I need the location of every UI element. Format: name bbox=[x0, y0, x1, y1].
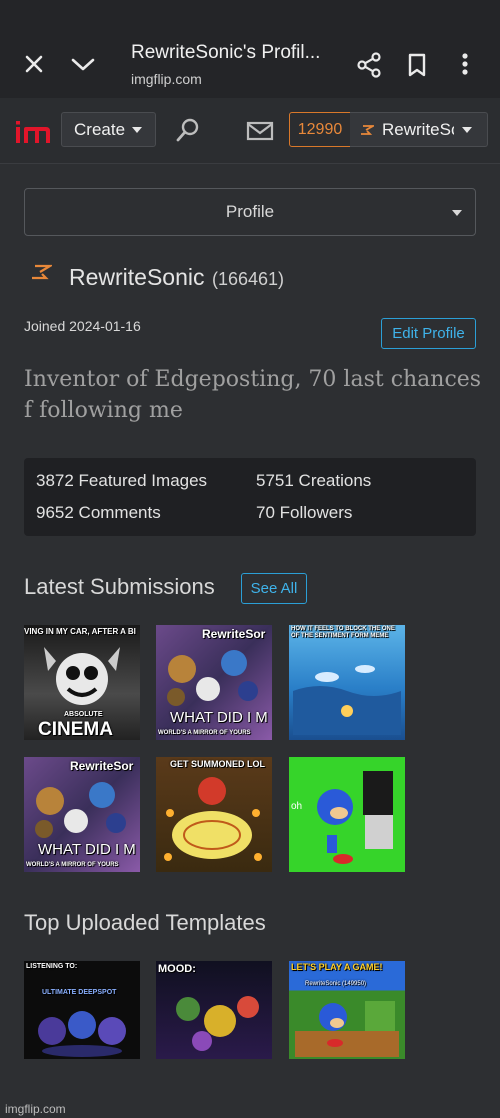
top-templates-title: Top Uploaded Templates bbox=[24, 910, 266, 935]
submission-thumbnail[interactable]: HOW IT FEELS TO BLOCK THE ONE OF THE SEN… bbox=[289, 625, 405, 740]
points-badge[interactable]: 12990 bbox=[289, 112, 351, 147]
user-flag-icon bbox=[32, 264, 52, 280]
template-thumbnail[interactable]: LISTENING TO: ULTIMATE DEEPSPOT bbox=[24, 961, 140, 1059]
profile-dropdown[interactable]: Profile bbox=[24, 188, 476, 236]
thumbnail-caption: GET SUMMONED LOL bbox=[170, 759, 265, 769]
collage-image bbox=[167, 650, 258, 706]
sonic-characters-image bbox=[317, 771, 393, 864]
submission-thumbnail[interactable]: oh bbox=[289, 757, 405, 872]
browser-toolbar: RewriteSonic's Profil... imgflip.com bbox=[0, 0, 500, 98]
thumbnail-caption: RewriteSor bbox=[202, 627, 266, 641]
thumbnail-caption: WHAT DID I M bbox=[170, 709, 268, 726]
edit-profile-button[interactable]: Edit Profile bbox=[381, 318, 476, 349]
page-title: RewriteSonic's Profil... bbox=[131, 42, 321, 63]
page-url[interactable]: imgflip.com bbox=[131, 71, 202, 87]
mail-icon[interactable] bbox=[246, 120, 274, 142]
submission-thumbnail[interactable]: RewriteSor WHAT DID I M WORLD'S A MIRROR… bbox=[24, 757, 140, 872]
more-vert-icon[interactable] bbox=[455, 50, 475, 78]
caret-down-icon bbox=[452, 210, 462, 216]
thumbnail-caption: ULTIMATE DEEPSPOT bbox=[42, 989, 117, 996]
cartoon-face-image bbox=[44, 647, 120, 705]
characters-image bbox=[176, 996, 259, 1051]
profile-dropdown-label: Profile bbox=[225, 202, 275, 221]
close-icon[interactable] bbox=[20, 50, 48, 78]
thumbnail-caption: WHAT DID I M bbox=[38, 841, 136, 858]
thumbnail-caption: WORLD'S A MIRROR OF YOURS bbox=[26, 862, 119, 868]
stat-creations[interactable]: 5751 Creations bbox=[256, 471, 371, 491]
submission-thumbnail[interactable]: RewriteSor WHAT DID I M WORLD'S A MIRROR… bbox=[156, 625, 272, 740]
submission-thumbnail[interactable]: GET SUMMONED LOL bbox=[156, 757, 272, 872]
see-all-button[interactable]: See All bbox=[241, 573, 307, 604]
search-icon[interactable] bbox=[174, 116, 202, 144]
profile-name-row: RewriteSonic (166461) bbox=[69, 264, 284, 291]
summoning-circle-image bbox=[164, 777, 262, 861]
collage-image bbox=[35, 782, 126, 838]
profile-stats: 3872 Featured Images 5751 Creations 9652… bbox=[24, 458, 476, 536]
latest-submissions-title: Latest Submissions bbox=[24, 574, 215, 599]
profile-username: RewriteSonic bbox=[69, 264, 205, 290]
watermark: imgflip.com bbox=[5, 1102, 66, 1116]
stat-featured-images[interactable]: 3872 Featured Images bbox=[36, 471, 207, 491]
thumbnail-caption: LET'S PLAY A GAME! bbox=[291, 962, 383, 972]
create-label: Create bbox=[74, 119, 126, 139]
imgflip-logo[interactable] bbox=[15, 117, 51, 145]
bookmark-icon[interactable] bbox=[404, 51, 430, 79]
thumbnail-caption: LISTENING TO: bbox=[26, 963, 78, 970]
profile-score: (166461) bbox=[211, 269, 285, 289]
characters-image bbox=[38, 1011, 126, 1057]
share-icon[interactable] bbox=[354, 50, 384, 80]
ocean-scene-image bbox=[293, 665, 401, 735]
user-menu-button[interactable]: RewriteSonic bbox=[350, 112, 488, 147]
thumbnail-caption: ABSOLUTE bbox=[64, 711, 103, 718]
stat-followers[interactable]: 70 Followers bbox=[256, 503, 352, 523]
joined-date: Joined 2024-01-16 bbox=[24, 318, 141, 334]
thumbnail-caption: RewriteSonic (149950) bbox=[305, 981, 367, 987]
create-button[interactable]: Create bbox=[61, 112, 156, 147]
thumbnail-caption: RewriteSor bbox=[70, 759, 134, 773]
profile-bio: Inventor of Edgeposting, 70 last chances… bbox=[24, 367, 482, 423]
stat-comments[interactable]: 9652 Comments bbox=[36, 503, 161, 523]
thumbnail-caption: CINEMA bbox=[38, 719, 113, 740]
thumbnail-caption: VING IN MY CAR, AFTER A BI bbox=[24, 627, 136, 636]
submission-thumbnail[interactable]: VING IN MY CAR, AFTER A BI ABSOLUTE CINE… bbox=[24, 625, 140, 740]
caret-down-icon bbox=[462, 126, 472, 133]
thumbnail-caption: MOOD: bbox=[158, 963, 196, 975]
thumbnail-caption: WORLD'S A MIRROR OF YOURS bbox=[158, 730, 251, 736]
caret-down-icon bbox=[132, 126, 143, 133]
user-flag-icon bbox=[361, 124, 374, 135]
sonic-level-image bbox=[295, 1001, 399, 1057]
chevron-down-icon[interactable] bbox=[68, 50, 98, 78]
template-thumbnail[interactable]: MOOD: bbox=[156, 961, 272, 1059]
thumbnail-caption: HOW IT FEELS TO BLOCK THE ONE OF THE SEN… bbox=[291, 626, 395, 639]
template-thumbnail[interactable]: LET'S PLAY A GAME! RewriteSonic (149950) bbox=[289, 961, 405, 1059]
nav-username: RewriteSonic bbox=[382, 119, 454, 139]
